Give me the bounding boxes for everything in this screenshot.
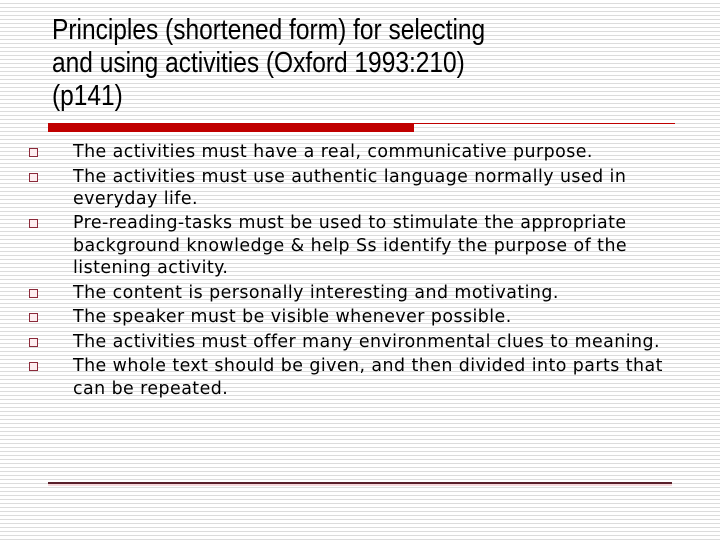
bullet-text: The speaker must be visible whenever pos… <box>73 307 512 328</box>
slide: Principles (shortened form) for selectin… <box>0 0 720 540</box>
bullet-text: The content is personally interesting an… <box>73 282 559 303</box>
bullet-text: Pre-reading-tasks must be used to stimul… <box>73 213 628 279</box>
bullet-item: The content is personally interesting an… <box>0 282 693 304</box>
bullet-text: The activities must use authentic langua… <box>73 166 627 209</box>
bullet-list: The activities must have a real, communi… <box>0 141 720 402</box>
title-underline-thick <box>48 123 414 132</box>
square-bullet-icon <box>29 313 38 323</box>
bullet-item: Pre-reading-tasks must be used to stimul… <box>0 212 693 279</box>
bullet-item: The activities must offer many environme… <box>0 331 693 353</box>
footer-divider <box>48 482 672 484</box>
square-bullet-icon <box>29 219 38 229</box>
bullet-text: The activities must have a real, communi… <box>73 142 593 162</box>
bullet-item: The whole text should be given, and then… <box>0 355 693 400</box>
bullet-item: The activities must have a real, communi… <box>0 141 693 163</box>
square-bullet-icon <box>29 288 38 298</box>
slide-title: Principles (shortened form) for selectin… <box>52 14 486 112</box>
square-bullet-icon <box>29 362 38 372</box>
bullet-item: The speaker must be visible whenever pos… <box>0 306 693 328</box>
square-bullet-icon <box>29 148 38 157</box>
square-bullet-icon <box>29 172 38 182</box>
bullet-text: The activities must offer many environme… <box>73 331 660 352</box>
square-bullet-icon <box>29 337 38 347</box>
bullet-item: The activities must use authentic langua… <box>0 166 693 211</box>
bullet-text: The whole text should be given, and then… <box>73 356 663 399</box>
title-underline-thin <box>414 123 675 124</box>
